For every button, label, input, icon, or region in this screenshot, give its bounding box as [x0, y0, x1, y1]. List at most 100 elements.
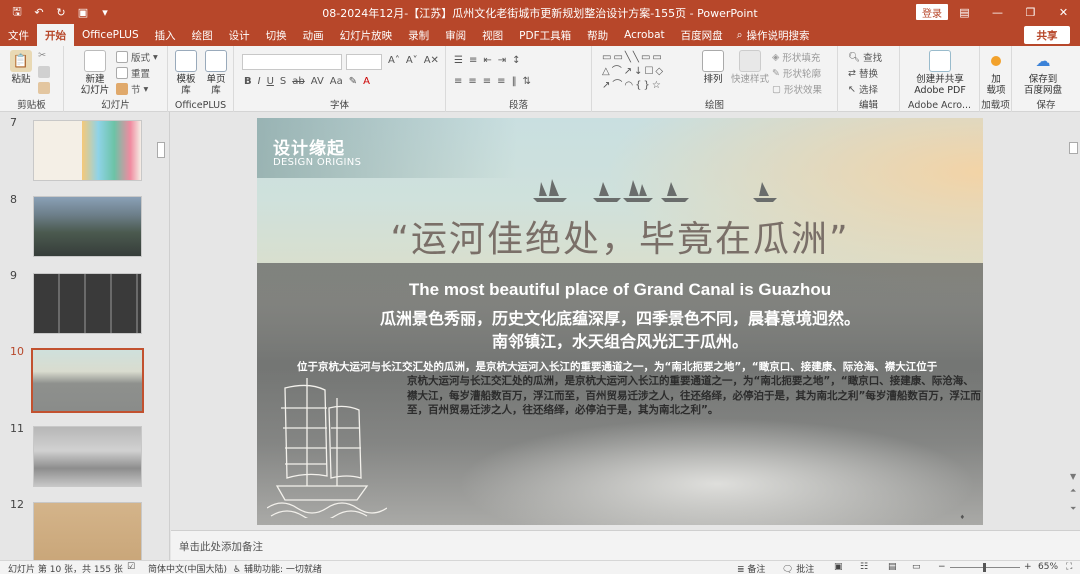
- grow-font-icon[interactable]: A˄: [388, 55, 400, 66]
- notes-toggle[interactable]: ≣ 备注: [737, 562, 765, 574]
- tab-0[interactable]: 文件: [0, 24, 37, 46]
- tab-11[interactable]: 视图: [474, 24, 511, 46]
- cut-button[interactable]: ✂: [38, 50, 50, 62]
- scroll-down-icon[interactable]: ▼: [1070, 472, 1076, 481]
- new-slide-button[interactable]: 新建 幻灯片: [78, 50, 112, 96]
- text-direction-icon[interactable]: ⇅: [523, 76, 531, 87]
- char-spacing-icon[interactable]: AV: [311, 76, 324, 87]
- paste-button[interactable]: 📋 粘贴: [6, 50, 36, 85]
- zoom-in-icon[interactable]: +: [1024, 562, 1032, 572]
- tab-6[interactable]: 切换: [258, 24, 295, 46]
- tab-13[interactable]: 帮助: [579, 24, 616, 46]
- copy-button[interactable]: [38, 66, 50, 78]
- slide-scrollbar[interactable]: ▼ ⏶ ⏷: [1068, 112, 1080, 530]
- prev-slide-icon[interactable]: ⏶: [1070, 486, 1076, 496]
- zoom-out-icon[interactable]: −: [938, 562, 946, 572]
- font-name-select[interactable]: [242, 54, 342, 70]
- minimize-icon[interactable]: —: [981, 0, 1014, 24]
- increase-indent-icon[interactable]: ⇥: [498, 55, 506, 66]
- shapes-gallery[interactable]: ▭▭╲╲▭▭ △⌒↗↓☐◇ ↗⌒◠{}☆: [602, 51, 688, 95]
- current-slide[interactable]: 设计缘起 DESIGN ORIGINS “运河佳绝处，毕竟在瓜洲” The mo…: [257, 118, 983, 525]
- section-button[interactable]: 节 ▾: [116, 82, 148, 96]
- tab-1[interactable]: 开始: [37, 24, 74, 46]
- tab-14[interactable]: Acrobat: [616, 24, 673, 46]
- shrink-font-icon[interactable]: A˅: [406, 55, 418, 66]
- numbering-icon[interactable]: ≡: [469, 55, 477, 66]
- decrease-indent-icon[interactable]: ⇤: [483, 55, 491, 66]
- bold-icon[interactable]: B: [244, 76, 252, 87]
- thumbnail-scroll-thumb[interactable]: [157, 142, 165, 158]
- tab-4[interactable]: 绘图: [184, 24, 221, 46]
- create-pdf-button[interactable]: 创建并共享 Adobe PDF: [908, 50, 972, 96]
- language-indicator[interactable]: 简体中文(中国大陆): [148, 562, 227, 574]
- reset-button[interactable]: 重置: [116, 66, 150, 80]
- share-button[interactable]: 共享: [1024, 26, 1070, 44]
- strikethrough-icon[interactable]: ab: [292, 76, 304, 87]
- login-button[interactable]: 登录: [916, 4, 948, 20]
- tell-me-search[interactable]: ⌕ 操作说明搜索: [737, 24, 810, 46]
- change-case-icon[interactable]: Aa: [330, 76, 343, 87]
- addins-button[interactable]: 加 载项: [984, 50, 1008, 96]
- tab-5[interactable]: 设计: [221, 24, 258, 46]
- redo-icon[interactable]: ↻: [52, 3, 70, 21]
- save-to-baidu-button[interactable]: ☁ 保存到 百度网盘: [1018, 50, 1068, 96]
- slide-scroll-thumb[interactable]: [1069, 142, 1078, 154]
- shape-fill-button[interactable]: ◈ 形状填充: [772, 50, 820, 65]
- tab-3[interactable]: 插入: [147, 24, 184, 46]
- template-library-button[interactable]: 模板库: [172, 50, 200, 96]
- replace-button[interactable]: ⇄ 替换: [848, 66, 878, 81]
- slide-sorter-icon[interactable]: ☷: [860, 562, 868, 572]
- format-painter-button[interactable]: [38, 82, 50, 94]
- arrange-button[interactable]: 排列: [700, 50, 726, 85]
- tab-9[interactable]: 录制: [400, 24, 437, 46]
- spellcheck-icon[interactable]: ☑: [127, 562, 135, 572]
- save-icon[interactable]: 🖫: [8, 3, 26, 21]
- zoom-slider-thumb[interactable]: [983, 563, 986, 572]
- slide-thumbnail[interactable]: [33, 273, 142, 334]
- comments-toggle[interactable]: 🗨︎ 批注: [782, 562, 814, 574]
- line-spacing-icon[interactable]: ↕: [512, 55, 520, 66]
- highlight-icon[interactable]: ✎: [349, 76, 357, 87]
- customize-qat-icon[interactable]: ▾: [96, 3, 114, 21]
- clear-format-icon[interactable]: A✕: [424, 55, 439, 66]
- undo-icon[interactable]: ↶: [30, 3, 48, 21]
- font-size-select[interactable]: [346, 54, 382, 70]
- thumbnail-scrollbar[interactable]: [156, 118, 166, 558]
- bullets-icon[interactable]: ☰: [454, 55, 463, 66]
- accessibility-status[interactable]: ♿ 辅助功能: 一切就绪: [233, 562, 322, 574]
- ribbon-display-icon[interactable]: ▤: [948, 0, 981, 24]
- present-icon[interactable]: ▣: [74, 3, 92, 21]
- next-slide-icon[interactable]: ⏷: [1070, 504, 1076, 514]
- slide-thumbnail[interactable]: [33, 120, 142, 181]
- tab-7[interactable]: 动画: [295, 24, 332, 46]
- shape-effects-button[interactable]: ▢ 形状效果: [772, 82, 822, 97]
- quick-styles-button[interactable]: 快速样式: [730, 50, 770, 85]
- fit-slide-icon[interactable]: ⛶: [1066, 562, 1072, 572]
- slide-thumbnail[interactable]: [33, 426, 142, 487]
- shadow-icon[interactable]: S: [280, 76, 286, 87]
- find-button[interactable]: 🔍︎ 查找: [848, 50, 882, 65]
- tab-8[interactable]: 幻灯片放映: [332, 24, 401, 46]
- italic-icon[interactable]: I: [258, 76, 261, 87]
- font-color-icon[interactable]: A: [363, 76, 370, 87]
- select-button[interactable]: ↖ 选择: [848, 82, 878, 97]
- underline-icon[interactable]: U: [267, 76, 274, 87]
- slide-thumbnail[interactable]: [33, 196, 142, 257]
- close-icon[interactable]: ✕: [1047, 0, 1080, 24]
- tab-15[interactable]: 百度网盘: [673, 24, 731, 46]
- align-right-icon[interactable]: ≡: [483, 76, 491, 87]
- justify-icon[interactable]: ≡: [497, 76, 505, 87]
- notes-pane[interactable]: 单击此处添加备注: [171, 530, 1080, 560]
- align-left-icon[interactable]: ≡: [454, 76, 462, 87]
- tab-12[interactable]: PDF工具箱: [511, 24, 579, 46]
- slide-thumbnail[interactable]: [33, 502, 142, 563]
- single-page-library-button[interactable]: 单页库: [202, 50, 230, 96]
- tab-2[interactable]: OfficePLUS: [74, 24, 147, 46]
- maximize-icon[interactable]: ❐: [1014, 0, 1047, 24]
- slideshow-icon[interactable]: ▭: [912, 562, 921, 572]
- columns-icon[interactable]: ‖: [512, 76, 517, 87]
- tab-10[interactable]: 审阅: [437, 24, 474, 46]
- layout-button[interactable]: 版式 ▾: [116, 50, 158, 64]
- slide-thumbnail-active[interactable]: [31, 348, 144, 413]
- zoom-level[interactable]: 65%: [1038, 562, 1058, 572]
